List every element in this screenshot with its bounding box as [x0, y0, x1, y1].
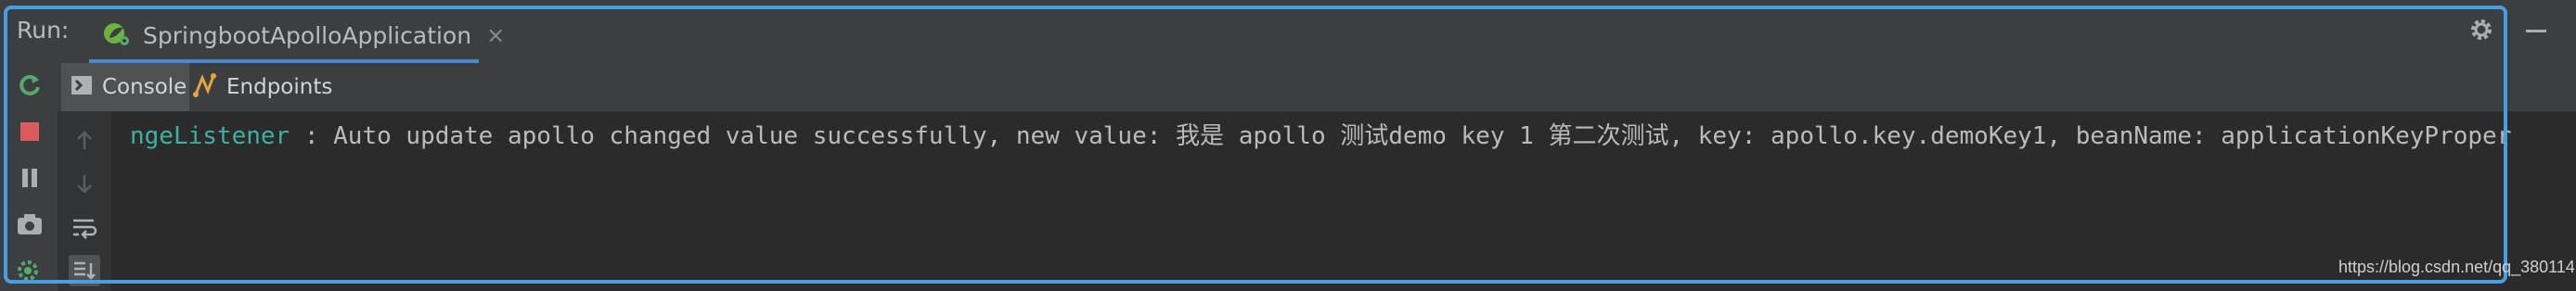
gear-icon[interactable] [2468, 17, 2494, 46]
run-label: Run: [17, 17, 70, 44]
scroll-up-icon[interactable] [69, 125, 100, 157]
run-panel-header: Run: SpringbootApolloApplication × [0, 0, 2576, 65]
console-icon [71, 75, 93, 99]
tab-console[interactable]: Console [61, 63, 189, 111]
run-toolbar [0, 63, 58, 291]
soft-wrap-icon[interactable] [69, 212, 100, 244]
tab-console-label: Console [102, 75, 187, 99]
run-tab-springboot-apollo[interactable]: SpringbootApolloApplication × [89, 9, 505, 61]
run-tab-label: SpringbootApolloApplication [143, 21, 472, 49]
console-gutter-toolbar [58, 112, 111, 291]
logger-name: ngeListener [130, 122, 290, 150]
console-log-line: ngeListener : Auto update apollo changed… [130, 118, 2511, 155]
scroll-down-icon[interactable] [69, 168, 100, 199]
spring-boot-icon [102, 19, 130, 51]
rerun-icon[interactable] [13, 69, 46, 102]
tab-endpoints-label: Endpoints [226, 75, 333, 99]
console-output[interactable]: ngeListener : Auto update apollo changed… [111, 112, 2576, 291]
settings-bug-icon[interactable] [13, 254, 46, 287]
hide-icon[interactable] [2526, 30, 2546, 32]
close-icon[interactable]: × [486, 22, 505, 48]
stop-icon[interactable] [13, 115, 46, 148]
pause-icon[interactable] [13, 161, 46, 195]
log-message: : Auto update apollo changed value succe… [290, 122, 2512, 150]
endpoints-icon [193, 72, 219, 102]
watermark: https://blog.csdn.net/qq_38011415 [2338, 258, 2576, 276]
camera-icon[interactable] [13, 208, 46, 241]
scroll-to-end-icon[interactable] [69, 255, 100, 286]
tab-endpoints[interactable]: Endpoints [193, 63, 351, 111]
console-subtab-bar: Console Endpoints [58, 63, 2576, 112]
